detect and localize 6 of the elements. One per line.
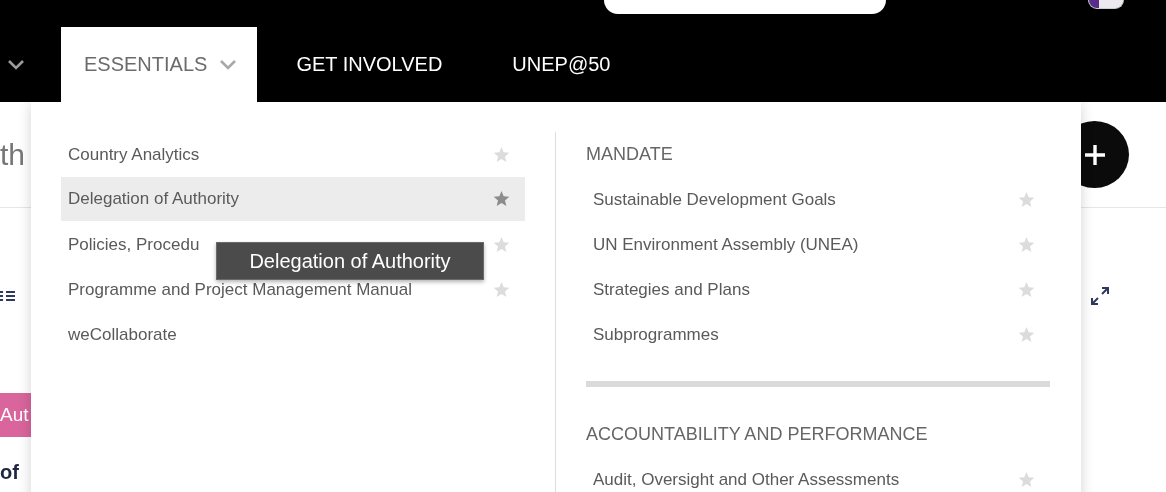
tag: Aut	[0, 393, 31, 437]
section-heading: MANDATE	[586, 143, 674, 166]
tooltip: Delegation of Authority	[216, 242, 484, 280]
section-heading: ACCOUNTABILITY AND PERFORMANCE	[586, 423, 929, 446]
page-title: th	[0, 137, 27, 172]
section-title: of	[0, 461, 19, 484]
